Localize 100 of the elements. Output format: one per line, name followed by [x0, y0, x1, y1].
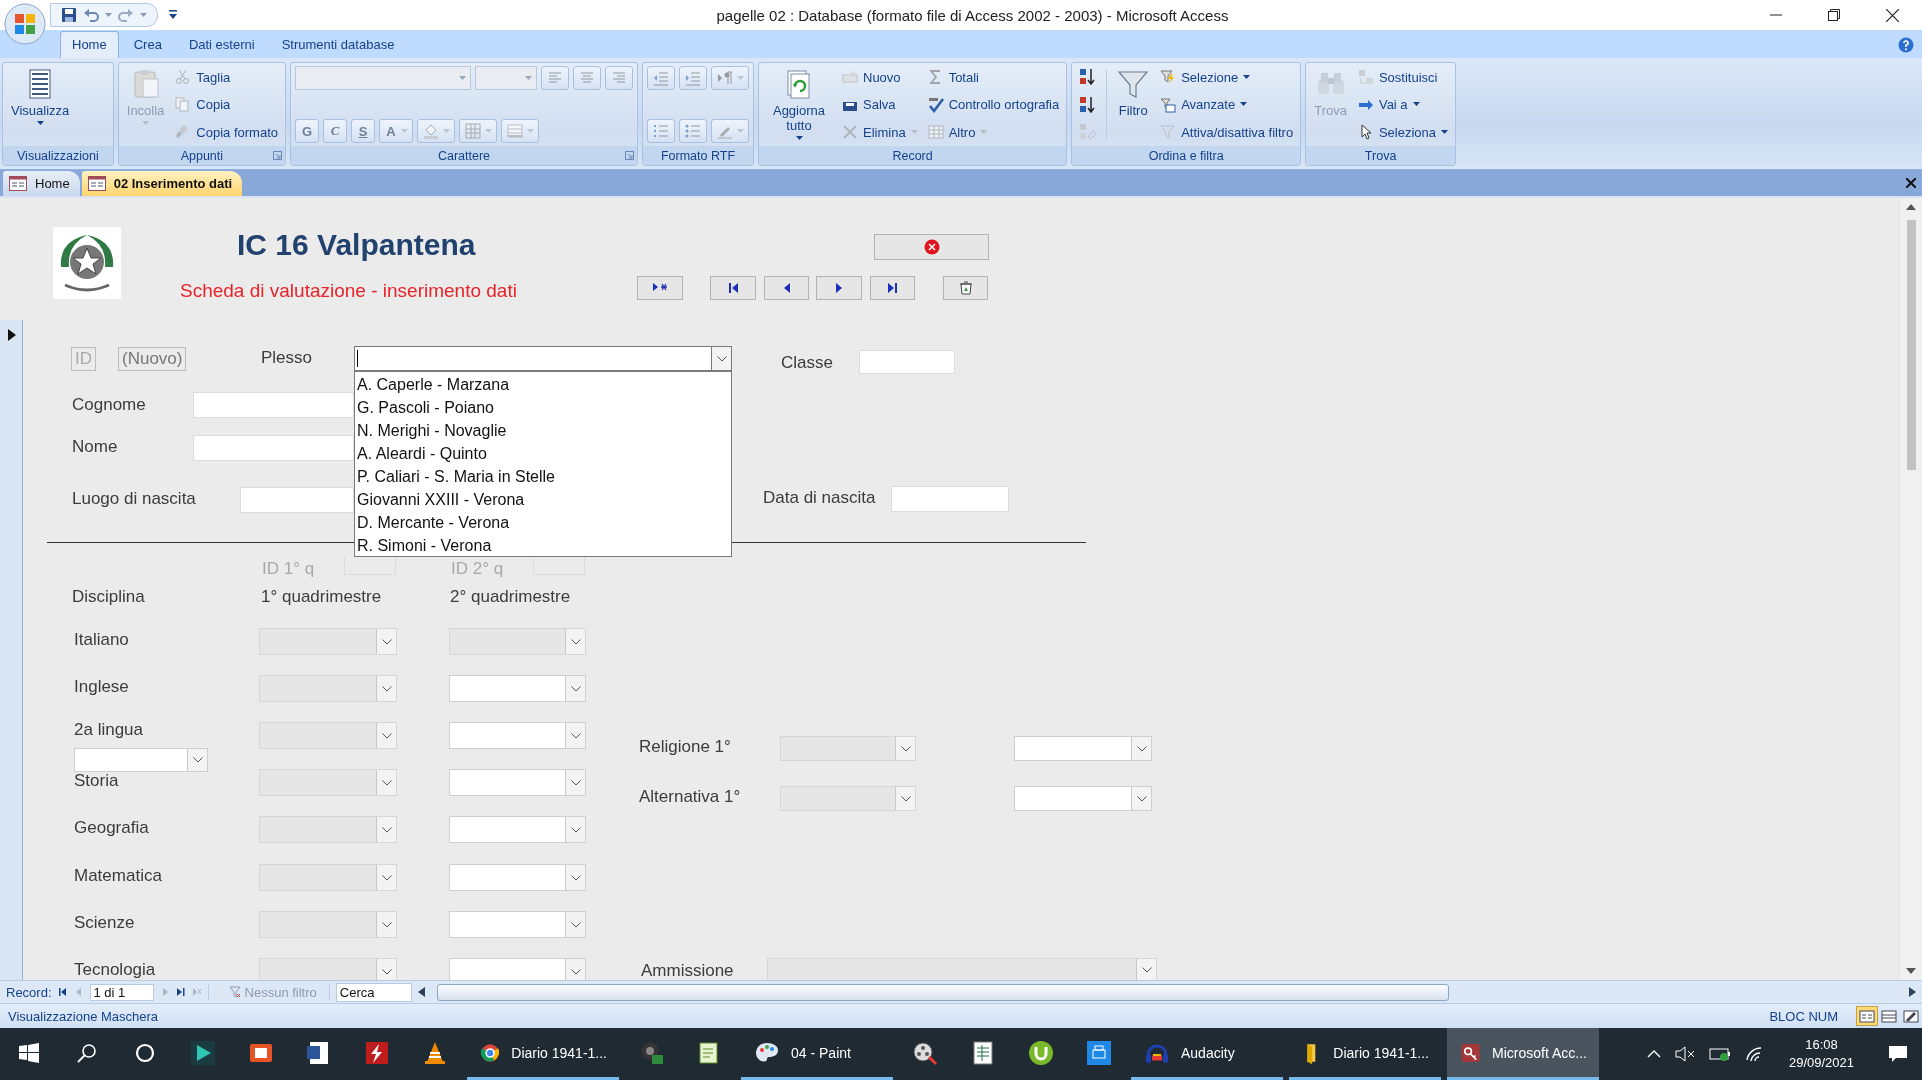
column-header: 1° quadrimestre	[261, 587, 382, 607]
close-form-button[interactable]	[874, 234, 989, 260]
record-nav-button[interactable]	[764, 276, 809, 300]
field-label: Storia	[74, 771, 119, 791]
list-option[interactable]: D. Mercante - Verona	[357, 511, 729, 534]
dropdown[interactable]	[449, 722, 586, 749]
dropdown[interactable]	[449, 958, 586, 980]
gridlines-icon	[506, 122, 524, 140]
search-field[interactable]: Cerca	[335, 982, 412, 1002]
spell-check-icon	[927, 96, 944, 113]
current-record-icon	[8, 329, 16, 341]
chevron-down-icon	[570, 826, 581, 833]
field-label: Data di nascita	[763, 488, 876, 508]
restore-icon	[1828, 8, 1840, 21]
ribbon-button[interactable]: Selezione	[1157, 66, 1297, 88]
record-nav-button[interactable]	[637, 276, 683, 300]
chevron-down-icon	[381, 638, 392, 645]
ribbon-button[interactable]: Filtro	[1113, 66, 1154, 143]
ribbon-button[interactable]: Salva	[839, 93, 921, 116]
form-view-icon	[1859, 1008, 1875, 1024]
speaker-muted-icon	[1674, 1046, 1695, 1062]
taskbar-button[interactable]: 04 - Paint	[741, 1028, 893, 1080]
record-nav-button[interactable]	[870, 276, 915, 300]
input-field[interactable]	[193, 435, 354, 461]
list-option[interactable]: Giovanni XXIII - Verona	[357, 488, 729, 511]
clock[interactable]: 16:08 29/09/2021	[1788, 1036, 1854, 1072]
input-field[interactable]	[891, 486, 1009, 512]
group-label: Formato RTF	[660, 148, 736, 163]
help-icon	[1898, 37, 1914, 53]
input-field[interactable]	[859, 350, 955, 374]
record-nav-button[interactable]	[710, 276, 756, 300]
input-field[interactable]	[344, 557, 396, 575]
layout-view-icon	[1881, 1008, 1897, 1024]
plesso-dropdown[interactable]	[354, 346, 732, 371]
list-option[interactable]: R. Simoni - Verona	[357, 534, 729, 557]
group-label: Carattere	[437, 148, 491, 163]
form-title: IC 16 Valpantena	[237, 228, 476, 262]
record-position-field[interactable]: 1 di 1	[89, 983, 154, 1001]
caret-icon	[459, 75, 466, 81]
dropdown[interactable]	[74, 748, 208, 772]
close-icon	[923, 239, 940, 255]
ribbon-tab[interactable]: Strumenti database	[269, 31, 407, 58]
taskbar-button[interactable]: Diario 1941-1...	[467, 1028, 619, 1080]
input-field[interactable]	[193, 392, 354, 418]
record-nav-button[interactable]	[816, 276, 862, 300]
group-label: Ordina e filtra	[1148, 148, 1224, 163]
field-label: Luogo di nascita	[72, 489, 196, 509]
list-option[interactable]: A. Caperle - Marzana	[357, 373, 729, 396]
scrollbar-thumb[interactable]	[1906, 220, 1916, 470]
ribbon-button[interactable]: Visualizza	[7, 66, 74, 143]
ribbon-tab[interactable]: Crea	[121, 31, 174, 58]
ribbon-button[interactable]: Aggiorna tutto	[763, 66, 835, 143]
grid-icon	[464, 122, 482, 140]
document-tab[interactable]: 02 Inserimento dati	[81, 171, 243, 196]
dropdown[interactable]	[1014, 786, 1152, 811]
chevron-down-icon	[1136, 795, 1147, 802]
notification-icon	[1888, 1045, 1908, 1063]
document-tab[interactable]: Home	[3, 171, 80, 196]
ribbon-button[interactable]: Controllo ortografia	[924, 93, 1063, 116]
dropdown[interactable]	[449, 816, 586, 843]
input-field[interactable]	[240, 487, 354, 513]
copy-icon	[175, 96, 192, 113]
ribbon-button[interactable]: Avanzate	[1157, 93, 1297, 116]
group-label: Visualizzazioni	[17, 148, 99, 163]
list-option[interactable]: N. Merighi - Novaglie	[357, 419, 729, 442]
taskbar-button[interactable]: Audacity	[1131, 1028, 1283, 1080]
record-nav-button[interactable]	[943, 276, 988, 300]
field-label: Matematica	[74, 866, 162, 886]
field-label: Cognome	[72, 395, 146, 415]
ribbon-button[interactable]: Vai a	[1354, 93, 1452, 116]
chevron-up-icon	[1646, 1050, 1661, 1058]
ribbon-tab[interactable]: Home	[60, 31, 119, 58]
taskbar-button[interactable]: Diario 1941-1...	[1289, 1028, 1441, 1080]
caret-icon	[910, 129, 918, 135]
group-label: Appunti	[180, 148, 224, 163]
list-option[interactable]: G. Pascoli - Poiano	[357, 396, 729, 419]
dropdown[interactable]	[449, 911, 586, 938]
column-header: 2° quadrimestre	[450, 587, 571, 607]
dropdown[interactable]	[1014, 736, 1152, 761]
id-field[interactable]: (Nuovo)	[118, 347, 187, 371]
input-field[interactable]	[533, 557, 585, 575]
close-icon	[1886, 8, 1899, 22]
chevron-down-icon	[192, 757, 203, 763]
record-label: Record:	[6, 984, 52, 1000]
dropdown[interactable]	[449, 769, 586, 796]
taskbar-button[interactable]: Microsoft Acc...	[1447, 1028, 1599, 1080]
last-record-icon	[887, 282, 898, 294]
ribbon-button[interactable]: Seleziona	[1354, 121, 1452, 143]
list-option[interactable]: A. Aleardi - Quinto	[357, 442, 729, 465]
scrollbar-thumb[interactable]	[436, 983, 1449, 1001]
list-option[interactable]: P. Caliari - S. Maria in Stelle	[357, 465, 729, 488]
next-record-icon	[834, 282, 844, 294]
chevron-down-icon	[900, 795, 911, 802]
close-icon	[1906, 178, 1916, 188]
dropdown[interactable]	[449, 675, 586, 702]
scroll-right-icon	[1909, 987, 1916, 997]
dropdown[interactable]	[449, 864, 586, 891]
chevron-down-icon	[1136, 745, 1147, 752]
ribbon-tab[interactable]: Dati esterni	[176, 31, 267, 58]
field-label: Inglese	[74, 677, 129, 697]
